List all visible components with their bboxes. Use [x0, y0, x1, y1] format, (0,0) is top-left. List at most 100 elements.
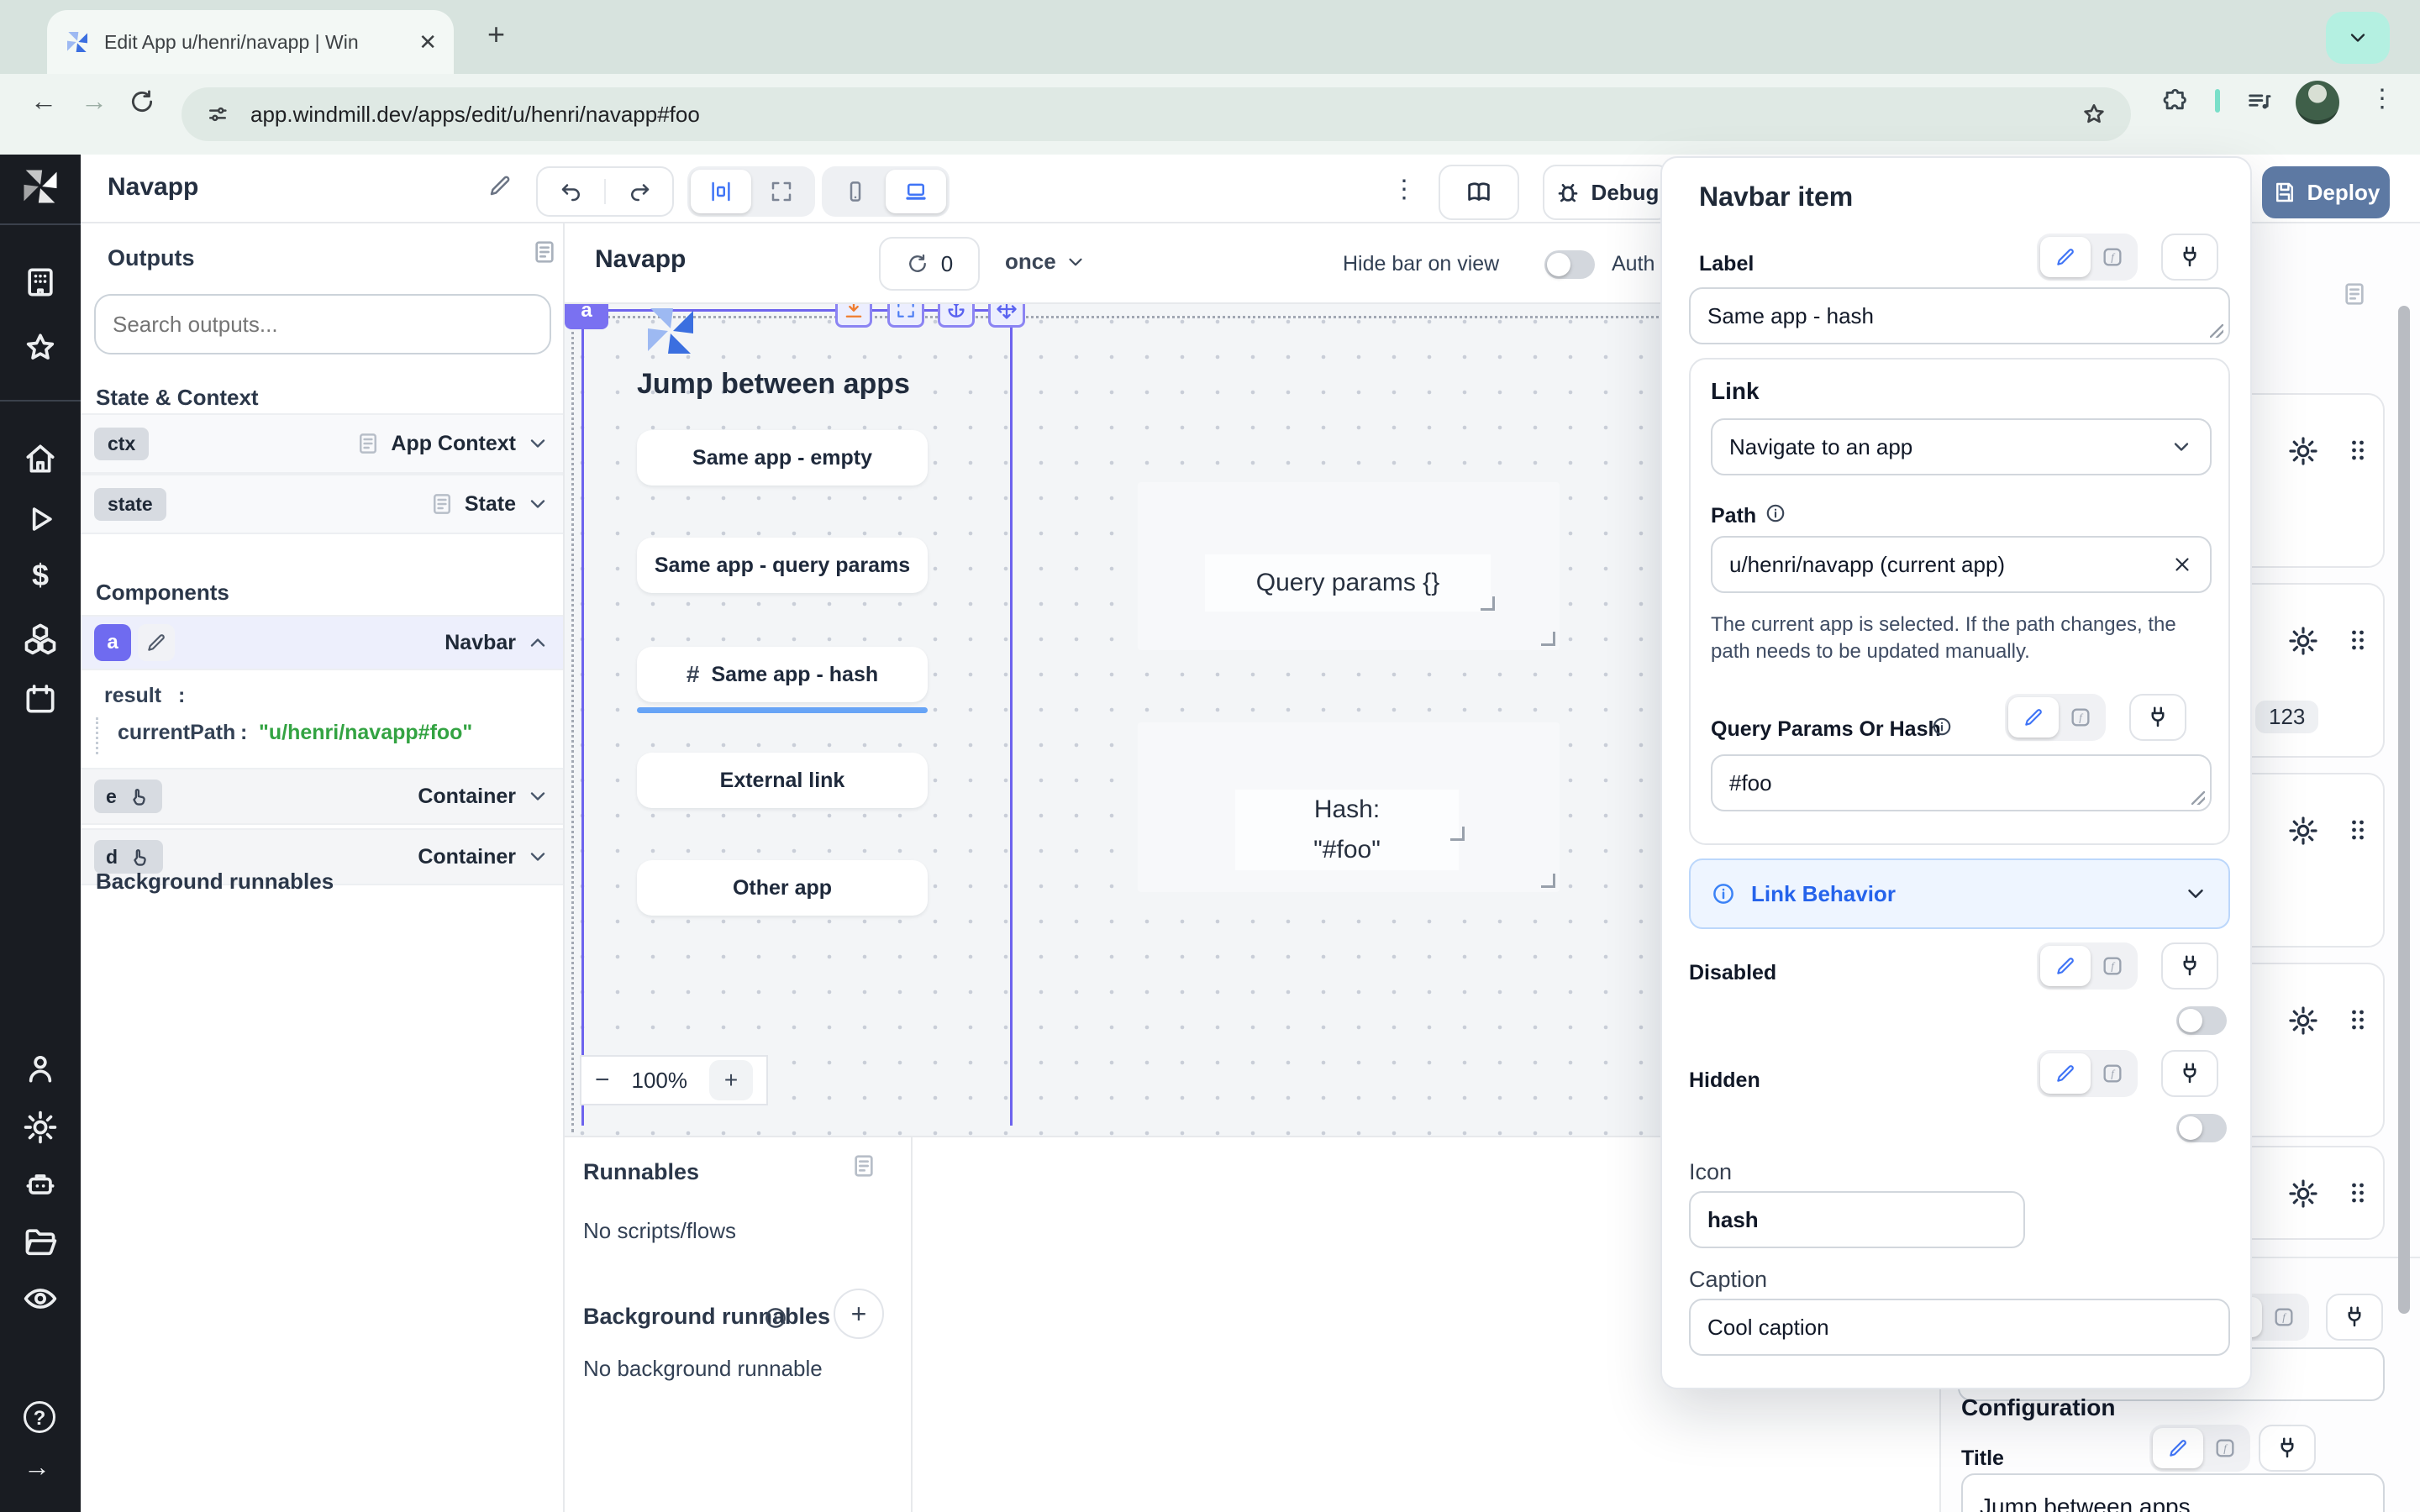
- edit-fx-button[interactable]: [2091, 237, 2134, 277]
- container-e-row[interactable]: e Container: [81, 768, 563, 825]
- debug-button[interactable]: Debug: [1543, 165, 1670, 220]
- drag-handle-icon[interactable]: [2343, 1178, 2373, 1208]
- chevron-down-icon[interactable]: [526, 492, 550, 516]
- gear-icon[interactable]: [2287, 1005, 2319, 1037]
- connect-button[interactable]: [2161, 942, 2218, 990]
- windmill-logo[interactable]: [18, 165, 62, 208]
- caption-input[interactable]: [1689, 1299, 2230, 1356]
- centered-layout-button[interactable]: [691, 170, 751, 213]
- mobile-view-button[interactable]: [825, 170, 886, 213]
- gear-icon[interactable]: [2287, 625, 2319, 657]
- connect-button[interactable]: [2161, 234, 2218, 281]
- path-input[interactable]: u/henri/navapp (current app): [1711, 536, 2212, 593]
- resize-grip[interactable]: [2210, 324, 2223, 338]
- current-path-key[interactable]: currentPath: [118, 721, 235, 745]
- sidebar-item-favorites[interactable]: [22, 329, 59, 366]
- browser-tab[interactable]: Edit App u/henri/navapp | Win ✕: [47, 10, 454, 74]
- link-type-select[interactable]: Navigate to an app: [1711, 418, 2212, 475]
- expand-sidebar-icon[interactable]: →: [24, 1452, 50, 1483]
- query-params-textarea[interactable]: #foo: [1711, 754, 2212, 811]
- chevron-down-icon[interactable]: [526, 845, 550, 869]
- edit-static-button[interactable]: [2153, 1428, 2203, 1468]
- new-tab-button[interactable]: +: [487, 17, 505, 52]
- desktop-view-button[interactable]: [886, 170, 946, 213]
- sidebar-item-folders[interactable]: [22, 1223, 59, 1260]
- chevron-down-icon[interactable]: [526, 785, 550, 808]
- doc-icon[interactable]: [429, 491, 455, 517]
- edit-static-button[interactable]: [2040, 237, 2091, 277]
- component-id-badge[interactable]: e: [94, 780, 162, 813]
- resize-handle[interactable]: [1541, 632, 1555, 646]
- gear-icon[interactable]: [2287, 815, 2319, 847]
- sidebar-item-workspace[interactable]: [22, 264, 59, 301]
- title-input[interactable]: [1961, 1473, 2385, 1512]
- profile-avatar[interactable]: [2296, 81, 2339, 124]
- edit-static-button[interactable]: [2040, 1053, 2091, 1094]
- query-params-box[interactable]: Query params {}: [1138, 482, 1560, 650]
- current-path-value[interactable]: "u/henri/navapp#foo": [259, 721, 472, 745]
- help-button[interactable]: ?: [24, 1401, 55, 1433]
- clear-icon[interactable]: [2171, 554, 2193, 575]
- docs-button[interactable]: [1439, 165, 1519, 220]
- resize-grip[interactable]: [2191, 791, 2205, 805]
- site-settings-icon[interactable]: [205, 102, 230, 127]
- forward-button[interactable]: →: [81, 86, 108, 117]
- reload-button[interactable]: [128, 87, 156, 116]
- move-chip[interactable]: [988, 304, 1025, 328]
- link-behavior-expander[interactable]: Link Behavior: [1689, 858, 2230, 929]
- gear-icon[interactable]: [2287, 1178, 2319, 1210]
- settings-doc-icon[interactable]: [2341, 281, 2368, 307]
- disabled-toggle[interactable]: [2176, 1006, 2227, 1035]
- hide-bar-toggle[interactable]: [1544, 250, 1595, 279]
- media-playlist-icon[interactable]: [2245, 87, 2274, 116]
- resize-handle[interactable]: [1450, 827, 1465, 841]
- anchor-chip[interactable]: [938, 304, 975, 328]
- gear-icon[interactable]: [2287, 435, 2319, 467]
- label-textarea[interactable]: Same app - hash: [1689, 287, 2230, 344]
- add-background-runnable-button[interactable]: +: [834, 1289, 884, 1339]
- undo-button[interactable]: [538, 179, 606, 204]
- state-key-badge[interactable]: state: [94, 488, 166, 521]
- rename-app-icon[interactable]: [487, 173, 513, 198]
- fullscreen-chip[interactable]: [887, 304, 924, 328]
- sidebar-item-users[interactable]: [22, 1050, 59, 1087]
- resize-handle[interactable]: [1481, 596, 1495, 611]
- redo-button[interactable]: [606, 179, 672, 204]
- sidebar-item-workers[interactable]: [22, 1166, 59, 1203]
- navbar-component-row[interactable]: a Navbar: [81, 615, 563, 670]
- result-key[interactable]: result: [104, 684, 161, 708]
- search-outputs-input[interactable]: [94, 294, 551, 354]
- full-width-button[interactable]: [751, 170, 812, 213]
- sidebar-item-audit[interactable]: [22, 1280, 59, 1317]
- drag-handle-icon[interactable]: [2343, 435, 2373, 465]
- extensions-icon[interactable]: [2161, 87, 2190, 116]
- url-text[interactable]: app.windmill.dev/apps/edit/u/henri/navap…: [250, 102, 700, 128]
- doc-icon[interactable]: [355, 431, 381, 456]
- nav-button-hash-active[interactable]: # Same app - hash: [637, 647, 928, 702]
- bookmark-star-icon[interactable]: [2081, 101, 2107, 128]
- nav-button-empty[interactable]: Same app - empty: [637, 430, 928, 486]
- chevron-down-icon[interactable]: [526, 432, 550, 455]
- sidebar-item-home[interactable]: [22, 440, 59, 477]
- outputs-doc-icon[interactable]: [531, 239, 558, 265]
- state-output-row[interactable]: state State: [81, 474, 563, 534]
- edit-fx-button[interactable]: [2091, 1053, 2134, 1094]
- tab-search-button[interactable]: [2326, 12, 2390, 64]
- runnables-doc-icon[interactable]: [850, 1152, 877, 1179]
- deploy-button[interactable]: Deploy: [2262, 166, 2390, 218]
- edit-fx-button[interactable]: [2203, 1428, 2247, 1468]
- sidebar-item-variables[interactable]: $: [22, 558, 59, 595]
- resize-handle[interactable]: [1541, 874, 1555, 888]
- icon-input[interactable]: [1689, 1191, 2025, 1248]
- tab-close-icon[interactable]: ✕: [418, 29, 437, 55]
- hash-box[interactable]: Hash: "#foo": [1138, 722, 1560, 892]
- sidebar-item-runs[interactable]: [22, 501, 59, 538]
- refresh-count-button[interactable]: 0: [879, 237, 980, 291]
- browser-menu-icon[interactable]: ⋮: [2370, 84, 2395, 113]
- scrollbar[interactable]: [2398, 306, 2410, 1314]
- edit-static-button[interactable]: [2008, 697, 2059, 738]
- zoom-in-button[interactable]: +: [709, 1060, 753, 1100]
- sidebar-item-resources[interactable]: [22, 620, 59, 657]
- address-bar[interactable]: app.windmill.dev/apps/edit/u/henri/navap…: [182, 87, 2131, 141]
- hidden-toggle[interactable]: [2176, 1114, 2227, 1142]
